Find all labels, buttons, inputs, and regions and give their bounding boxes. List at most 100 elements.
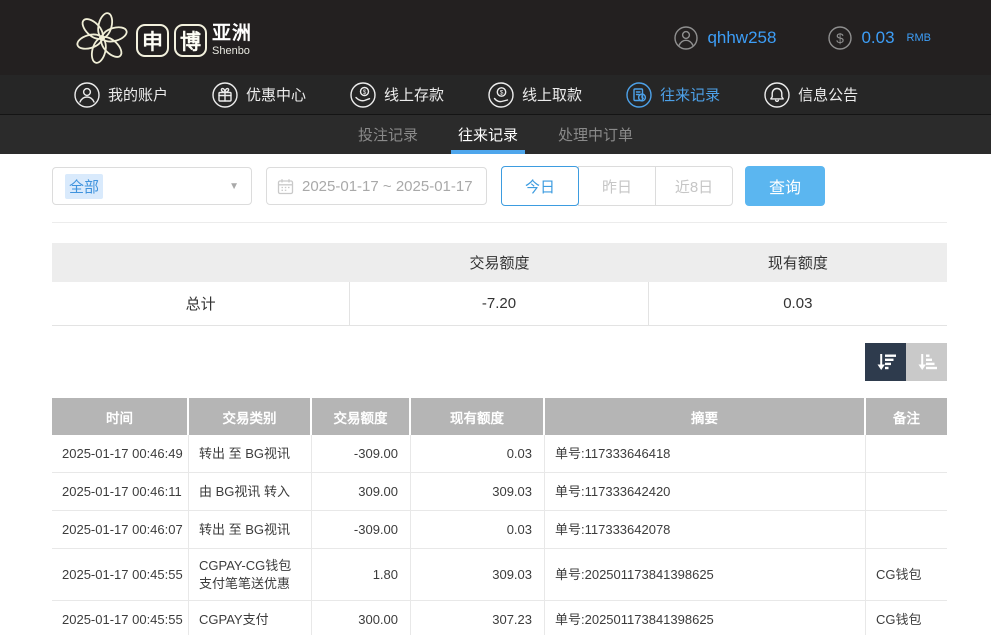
nav-item-promotions[interactable]: 优惠中心 (212, 82, 306, 108)
quick-date-group: 今日 昨日 近8日 (501, 166, 733, 206)
records-icon (626, 82, 652, 108)
category-selected-value: 全部 (65, 174, 103, 199)
username-display[interactable]: qhhw258 (674, 26, 776, 50)
account-icon (74, 82, 100, 108)
nav-item-online-deposit[interactable]: $ 线上存款 (350, 82, 444, 108)
nav-label: 往来记录 (660, 84, 720, 105)
cell-summary: 单号:117333642078 (545, 511, 866, 549)
tab-pending-orders[interactable]: 处理中订单 (551, 115, 640, 154)
dollar-icon: $ (828, 26, 852, 50)
tab-betting-records[interactable]: 投注记录 (351, 115, 425, 154)
col-header-balance: 现有额度 (411, 398, 545, 435)
cell-time: 2025-01-17 00:46:49 (52, 435, 189, 473)
cell-balance: 307.23 (411, 601, 545, 635)
summary-trade-total: -7.20 (350, 282, 648, 325)
balance-amount: 0.03 (861, 28, 894, 48)
transactions-table: 时间 交易类别 交易额度 现有额度 摘要 备注 2025-01-17 00:46… (52, 398, 947, 635)
nav-item-announcements[interactable]: 信息公告 (764, 82, 858, 108)
promo-icon (212, 82, 238, 108)
cell-balance: 0.03 (411, 435, 545, 473)
balance-display: $ 0.03 RMB (828, 26, 931, 50)
cell-remark: CG钱包 (866, 549, 947, 601)
cell-type: 由 BG视讯 转入 (189, 473, 312, 511)
table-row: 2025-01-17 00:46:49 转出 至 BG视讯 -309.00 0.… (52, 435, 947, 473)
table-row: 2025-01-17 00:45:55 CGPAY支付 300.00 307.2… (52, 601, 947, 635)
logo-char-shen: 申 (136, 24, 169, 57)
summary-header-row: 交易额度 现有额度 (52, 243, 947, 282)
deposit-icon: $ (350, 82, 376, 108)
table-row: 2025-01-17 00:45:55 CGPAY-CG钱包支付笔笔送优惠 1.… (52, 549, 947, 601)
table-header-row: 时间 交易类别 交易额度 现有额度 摘要 备注 (52, 398, 947, 435)
col-header-summary: 摘要 (545, 398, 866, 435)
filter-bar: 全部 ▼ 2025-01-17 ~ 2025-01-17 今日 昨日 近8日 查… (52, 166, 947, 206)
username-text: qhhw258 (707, 28, 776, 48)
nav-label: 优惠中心 (246, 84, 306, 105)
cell-trade-amount: 300.00 (312, 601, 411, 635)
cell-remark: CG钱包 (866, 601, 947, 635)
summary-header-empty (52, 243, 350, 282)
summary-total-label: 总计 (52, 282, 350, 325)
logo-region-text: 亚洲 (212, 24, 252, 43)
cell-trade-amount: -309.00 (312, 511, 411, 549)
sort-desc-icon (874, 350, 898, 374)
logo-wordmark: 申 博 (136, 24, 207, 57)
cell-balance: 309.03 (411, 549, 545, 601)
site-logo[interactable]: 申 博 亚洲 Shenbo (72, 8, 252, 68)
cell-time: 2025-01-17 00:46:07 (52, 511, 189, 549)
cell-time: 2025-01-17 00:46:11 (52, 473, 189, 511)
main-nav: 我的账户 优惠中心 $ 线上存款 $ 线上取款 往来记录 信息公告 (0, 75, 991, 115)
logo-subtitle: Shenbo (212, 46, 252, 57)
cell-type: 转出 至 BG视讯 (189, 435, 312, 473)
records-subnav: 投注记录 往来记录 处理中订单 (0, 115, 991, 154)
summary-table: 交易额度 现有额度 总计 -7.20 0.03 (52, 243, 947, 326)
withdraw-icon: $ (488, 82, 514, 108)
summary-total-row: 总计 -7.20 0.03 (52, 282, 947, 326)
summary-header-trade: 交易额度 (350, 243, 648, 282)
col-header-trade-amount: 交易额度 (312, 398, 411, 435)
summary-balance-total: 0.03 (649, 282, 947, 325)
svg-text:$: $ (500, 89, 504, 96)
cell-balance: 309.03 (411, 473, 545, 511)
last-8-days-button[interactable]: 近8日 (655, 166, 733, 206)
cell-summary: 单号:202501173841398625 (545, 601, 866, 635)
svg-text:$: $ (837, 30, 845, 46)
today-button[interactable]: 今日 (501, 166, 579, 206)
announcement-icon (764, 82, 790, 108)
cell-trade-amount: 1.80 (312, 549, 411, 601)
sort-controls (52, 343, 947, 381)
date-range-input[interactable]: 2025-01-17 ~ 2025-01-17 (266, 167, 487, 205)
yesterday-button[interactable]: 昨日 (578, 166, 656, 206)
cell-summary: 单号:117333642420 (545, 473, 866, 511)
cell-trade-amount: 309.00 (312, 473, 411, 511)
nav-item-online-withdraw[interactable]: $ 线上取款 (488, 82, 582, 108)
cell-summary: 单号:202501173841398625 (545, 549, 866, 601)
nav-label: 信息公告 (798, 84, 858, 105)
summary-header-balance: 现有额度 (649, 243, 947, 282)
balance-currency: RMB (907, 32, 931, 44)
cell-remark (866, 473, 947, 511)
caret-down-icon: ▼ (229, 181, 239, 192)
col-header-type: 交易类别 (189, 398, 312, 435)
header-account-area: qhhw258 $ 0.03 RMB (674, 26, 931, 50)
cell-balance: 0.03 (411, 511, 545, 549)
search-button[interactable]: 查询 (745, 166, 825, 206)
divider (52, 222, 947, 223)
cell-time: 2025-01-17 00:45:55 (52, 601, 189, 635)
sort-descending-button[interactable] (865, 343, 906, 381)
col-header-remark: 备注 (866, 398, 947, 435)
lotus-logo-icon (72, 8, 132, 68)
cell-time: 2025-01-17 00:45:55 (52, 549, 189, 601)
cell-type: 转出 至 BG视讯 (189, 511, 312, 549)
cell-summary: 单号:117333646418 (545, 435, 866, 473)
category-select[interactable]: 全部 ▼ (52, 167, 252, 205)
tab-transaction-records[interactable]: 往来记录 (451, 115, 525, 154)
logo-char-bo: 博 (174, 24, 207, 57)
cell-type: CGPAY支付 (189, 601, 312, 635)
table-row: 2025-01-17 00:46:07 转出 至 BG视讯 -309.00 0.… (52, 511, 947, 549)
nav-item-my-account[interactable]: 我的账户 (74, 82, 168, 108)
user-icon (674, 26, 698, 50)
sort-ascending-button[interactable] (906, 343, 947, 381)
nav-label: 我的账户 (108, 84, 168, 105)
nav-item-transaction-records[interactable]: 往来记录 (626, 82, 720, 108)
cell-remark (866, 435, 947, 473)
